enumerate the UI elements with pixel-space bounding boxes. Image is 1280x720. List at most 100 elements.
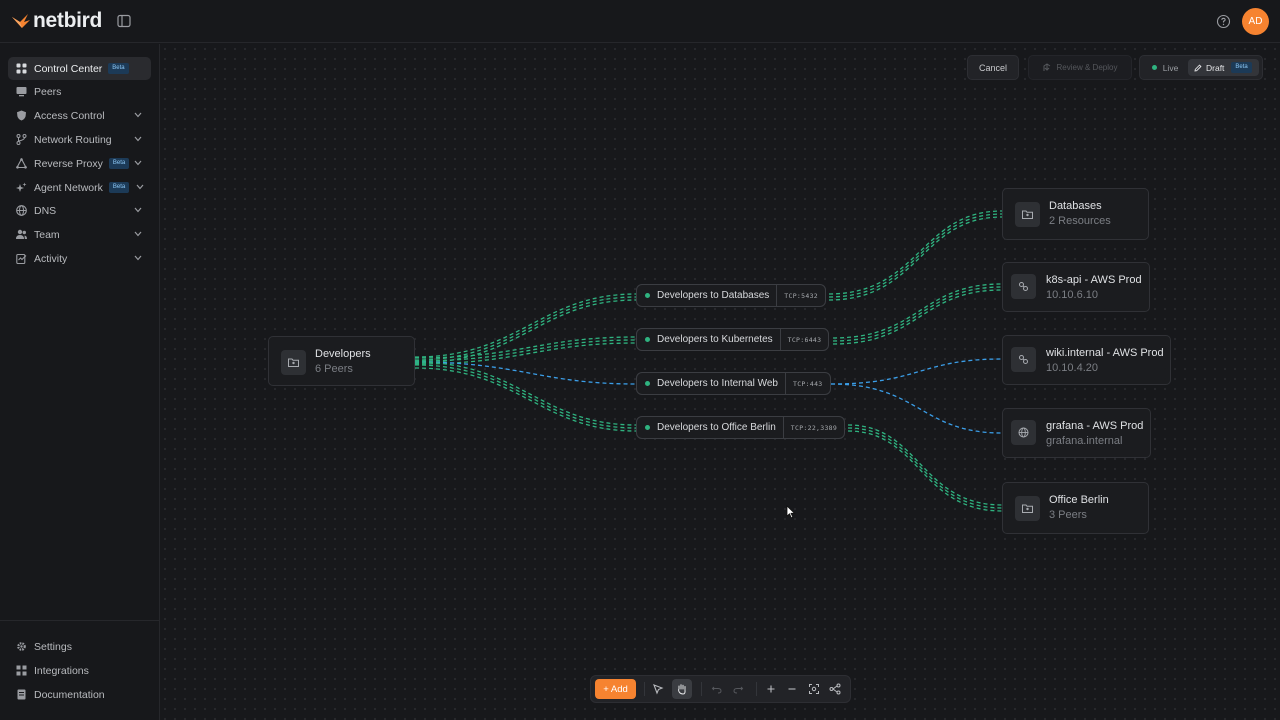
sidebar-toggle-icon[interactable] bbox=[117, 14, 131, 28]
node-title: Databases bbox=[1049, 200, 1102, 212]
beta-badge: Beta bbox=[108, 63, 129, 74]
sidebar-item-agent-network[interactable]: Agent Network Beta bbox=[8, 176, 151, 199]
mode-live-tab[interactable]: Live bbox=[1144, 59, 1186, 76]
grid-icon bbox=[16, 63, 27, 74]
chevron-down-icon bbox=[134, 207, 142, 213]
sidebar-item-label: Settings bbox=[34, 640, 72, 653]
toolbar-divider bbox=[644, 682, 645, 696]
users-icon bbox=[16, 229, 27, 239]
globe-icon bbox=[16, 205, 27, 216]
mode-live-label: Live bbox=[1162, 62, 1179, 73]
sidebar-item-team[interactable]: Team bbox=[8, 223, 151, 246]
source-node-developers[interactable]: Developers 6 Peers bbox=[268, 336, 415, 386]
sidebar-item-activity[interactable]: Activity bbox=[8, 247, 151, 270]
policy-status-dot bbox=[645, 381, 650, 386]
policy-node-kubernetes[interactable]: Developers to Kubernetes TCP:6443 bbox=[636, 328, 830, 351]
sidebar-item-label: Control Center bbox=[34, 62, 103, 75]
sidebar-item-label: DNS bbox=[34, 204, 57, 217]
sidebar-item-label: Activity bbox=[34, 252, 68, 265]
brand-logo[interactable]: netbird bbox=[11, 9, 102, 33]
netbird-bird-icon bbox=[12, 14, 30, 28]
sidebar-item-dns[interactable]: DNS bbox=[8, 199, 151, 222]
sidebar-item-network-routing[interactable]: Network Routing bbox=[8, 128, 151, 151]
node-subtitle: 2 Resources bbox=[1049, 215, 1111, 227]
policy-port: TCP:443 bbox=[785, 373, 830, 394]
policy-node-internal-web[interactable]: Developers to Internal Web TCP:443 bbox=[636, 372, 831, 395]
canvas-toolbar: + Add bbox=[590, 675, 851, 703]
network-resource-icon bbox=[1011, 347, 1036, 372]
destination-node-databases[interactable]: Databases 2 Resources bbox=[1002, 188, 1149, 240]
sidebar-item-label: Access Control bbox=[34, 109, 105, 122]
policy-name: Developers to Databases bbox=[657, 290, 770, 301]
auto-layout-icon[interactable] bbox=[829, 683, 841, 695]
node-title: wiki.internal - AWS Prod bbox=[1046, 347, 1164, 359]
policy-node-databases[interactable]: Developers to Databases TCP:5432 bbox=[636, 284, 827, 307]
sidebar-item-label: Agent Network bbox=[34, 181, 103, 194]
node-subtitle: 6 Peers bbox=[315, 363, 353, 375]
sidebar-item-settings[interactable]: Settings bbox=[8, 635, 151, 658]
triangle-nodes-icon bbox=[16, 158, 27, 169]
toolbar-divider bbox=[701, 682, 702, 696]
fit-view-icon[interactable] bbox=[808, 683, 820, 695]
sidebar-item-label: Documentation bbox=[34, 688, 105, 701]
sparkle-icon bbox=[16, 182, 27, 192]
mode-draft-tab[interactable]: Draft Beta bbox=[1188, 59, 1259, 76]
monitor-icon bbox=[16, 87, 27, 97]
deploy-icon bbox=[1043, 63, 1050, 71]
shield-icon bbox=[17, 110, 26, 121]
node-title: grafana - AWS Prod bbox=[1046, 420, 1144, 432]
user-avatar[interactable]: AD bbox=[1242, 8, 1269, 35]
sidebar-item-access-control[interactable]: Access Control bbox=[8, 104, 151, 127]
node-title: Office Berlin bbox=[1049, 494, 1109, 506]
review-deploy-button[interactable]: Review & Deploy bbox=[1028, 55, 1132, 80]
policy-status-dot bbox=[645, 425, 650, 430]
policy-status-dot bbox=[645, 337, 650, 342]
sidebar-item-reverse-proxy[interactable]: Reverse Proxy Beta bbox=[8, 152, 151, 175]
network-resource-icon bbox=[1011, 274, 1036, 299]
chevron-down-icon bbox=[134, 231, 142, 237]
policy-name: Developers to Internal Web bbox=[657, 378, 778, 389]
sidebar-divider bbox=[0, 620, 159, 621]
destination-node-grafana[interactable]: grafana - AWS Prod grafana.internal bbox=[1002, 408, 1151, 458]
policy-name: Developers to Office Berlin bbox=[657, 422, 776, 433]
zoom-out-icon[interactable] bbox=[786, 683, 798, 695]
chevron-down-icon bbox=[134, 255, 142, 261]
beta-badge: Beta bbox=[1231, 62, 1252, 73]
cancel-button[interactable]: Cancel bbox=[967, 55, 1019, 80]
activity-icon bbox=[16, 253, 27, 264]
review-deploy-label: Review & Deploy bbox=[1056, 63, 1118, 72]
beta-badge: Beta bbox=[108, 182, 130, 193]
sidebar-item-documentation[interactable]: Documentation bbox=[8, 683, 151, 706]
sidebar-item-peers[interactable]: Peers bbox=[8, 80, 151, 103]
zoom-in-icon[interactable] bbox=[765, 683, 777, 695]
destination-node-wiki-internal[interactable]: wiki.internal - AWS Prod 10.10.4.20 bbox=[1002, 335, 1171, 385]
policy-node-office-berlin[interactable]: Developers to Office Berlin TCP:22,3389 bbox=[636, 416, 846, 439]
group-icon bbox=[1015, 202, 1040, 227]
help-icon[interactable] bbox=[1216, 14, 1231, 29]
node-title: Developers bbox=[315, 348, 371, 360]
add-button[interactable]: + Add bbox=[595, 679, 636, 699]
destination-node-k8s-api[interactable]: k8s-api - AWS Prod 10.10.6.10 bbox=[1002, 262, 1150, 312]
sidebar-item-label: Reverse Proxy bbox=[34, 157, 103, 170]
integrations-icon bbox=[16, 665, 27, 676]
policy-port: TCP:22,3389 bbox=[782, 417, 844, 438]
gear-icon bbox=[17, 642, 26, 651]
mouse-cursor-icon bbox=[786, 505, 796, 519]
node-title: k8s-api - AWS Prod bbox=[1046, 274, 1142, 286]
pencil-icon bbox=[1194, 63, 1202, 72]
redo-icon[interactable] bbox=[732, 683, 744, 695]
group-icon bbox=[1015, 496, 1040, 521]
destination-node-office-berlin[interactable]: Office Berlin 3 Peers bbox=[1002, 482, 1149, 534]
sidebar-item-control-center[interactable]: Control Center Beta bbox=[8, 57, 151, 80]
branch-icon bbox=[16, 134, 27, 145]
toolbar-divider bbox=[756, 682, 757, 696]
node-subtitle: 10.10.6.10 bbox=[1046, 289, 1098, 301]
policy-port: TCP:6443 bbox=[779, 329, 829, 350]
sidebar-item-integrations[interactable]: Integrations bbox=[8, 659, 151, 682]
select-pointer-icon[interactable] bbox=[652, 683, 664, 695]
sidebar-item-label: Network Routing bbox=[34, 133, 112, 146]
sidebar-item-label: Integrations bbox=[34, 664, 89, 677]
undo-icon[interactable] bbox=[711, 683, 723, 695]
top-bar: netbird AD bbox=[0, 0, 1280, 43]
hand-pan-icon[interactable] bbox=[676, 683, 688, 695]
